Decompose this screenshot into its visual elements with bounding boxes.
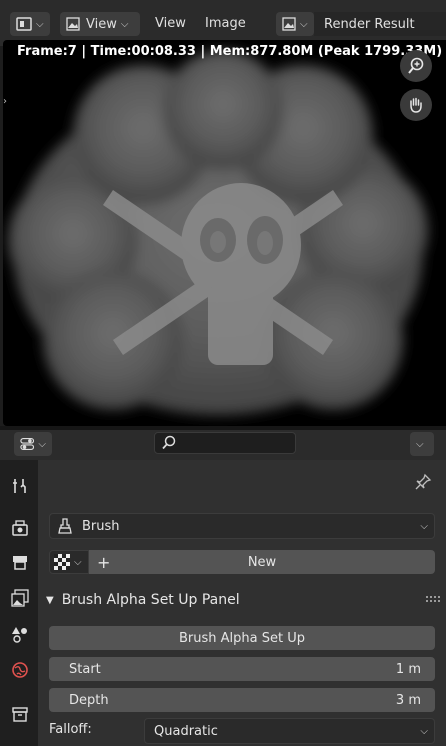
falloff-value: Quadratic [154,723,218,739]
properties-editor-type-button[interactable]: ⌵ [14,432,52,456]
brush-icon [58,518,72,534]
tab-tool[interactable] [4,470,36,502]
chevron-down-icon: ⌵ [300,18,308,30]
depth-value: 3 m [395,692,421,708]
start-field[interactable]: Start 1 m [49,657,435,681]
start-label: Start [69,661,101,677]
image-icon [282,17,296,31]
tab-collection[interactable] [4,698,36,730]
pan-button[interactable] [400,89,432,121]
start-value: 1 m [395,661,421,677]
falloff-dropdown[interactable]: Quadratic ⌵ [144,718,435,744]
checkerboard-icon [54,554,70,570]
chevron-down-icon: ⌵ [38,438,46,450]
depth-field[interactable]: Depth 3 m [49,688,435,712]
editor-type-button[interactable]: ⌵ [10,12,50,36]
chevron-down-icon: ⌵ [36,18,44,30]
depth-label: Depth [69,692,109,708]
image-browse-button[interactable]: ⌵ [276,12,314,36]
hand-icon [410,97,422,113]
properties-icon [20,438,35,450]
collapse-arrow-icon: ▼ [46,594,54,606]
chevron-down-icon: ⌵ [74,556,82,568]
render-stats: Frame:7 | Time:00:08.33 | Mem:877.80M (P… [17,44,443,59]
new-texture-label: New [247,554,277,570]
zoom-button[interactable] [400,50,432,82]
brush-selector[interactable]: Brush ⌵ [49,513,435,539]
toolbar-toggle-chevron-icon[interactable]: › [3,96,13,116]
tab-output[interactable] [4,546,36,578]
properties-tabs [0,460,38,746]
render-viewport[interactable]: Frame:7 | Time:00:08.33 | Mem:877.80M (P… [3,40,446,426]
chevron-down-icon: ⌵ [416,438,424,450]
properties-search[interactable] [154,432,296,454]
options-dropdown-button[interactable]: ⌵ [410,432,434,456]
panel-title: Brush Alpha Set Up Panel [61,592,240,608]
plus-icon: + [97,552,111,572]
chevron-down-icon: ⌵ [120,18,129,30]
drag-handle-icon[interactable] [426,596,440,604]
render-image [8,50,428,415]
tab-world[interactable] [4,654,36,686]
collection-icon [12,707,28,722]
search-icon [162,435,176,450]
pin-icon[interactable] [414,473,432,491]
image-name-field[interactable]: Render Result [314,12,446,36]
chevron-down-icon: ⌵ [420,520,428,532]
new-texture-button[interactable]: + New [89,550,435,574]
texture-browse-button[interactable]: ⌵ [49,550,89,574]
tab-scene[interactable] [4,618,36,650]
tab-render[interactable] [4,512,36,544]
scene-icon [12,627,27,643]
world-icon [12,662,28,678]
setup-button-label: Brush Alpha Set Up [179,630,305,646]
falloff-label: Falloff: [49,722,92,737]
image-editor-icon [16,17,32,31]
image-name: Render Result [324,16,415,32]
search-input[interactable] [179,435,293,453]
view-menu[interactable]: View [155,12,186,36]
properties-header: ⌵ ⌵ [0,430,446,460]
image-icon [66,17,80,31]
chevron-down-icon: ⌵ [420,725,428,737]
properties-panel: Brush ⌵ ⌵ + New ▼ Brush Alpha Set Up Pan… [38,460,446,746]
render-icon [12,520,28,536]
view-menu-label: View [86,16,117,32]
brush-alpha-panel-header[interactable]: ▼ Brush Alpha Set Up Panel [46,586,442,614]
output-icon [13,556,27,570]
tool-icon [13,479,26,493]
brush-name: Brush [82,518,120,534]
view-menu-button[interactable]: View ⌵ [60,12,140,36]
image-menu[interactable]: Image [205,12,246,36]
zoom-icon [408,57,424,74]
tab-view-layer[interactable] [4,582,36,614]
brush-alpha-setup-button[interactable]: Brush Alpha Set Up [49,626,435,650]
view-layer-icon [11,589,29,607]
